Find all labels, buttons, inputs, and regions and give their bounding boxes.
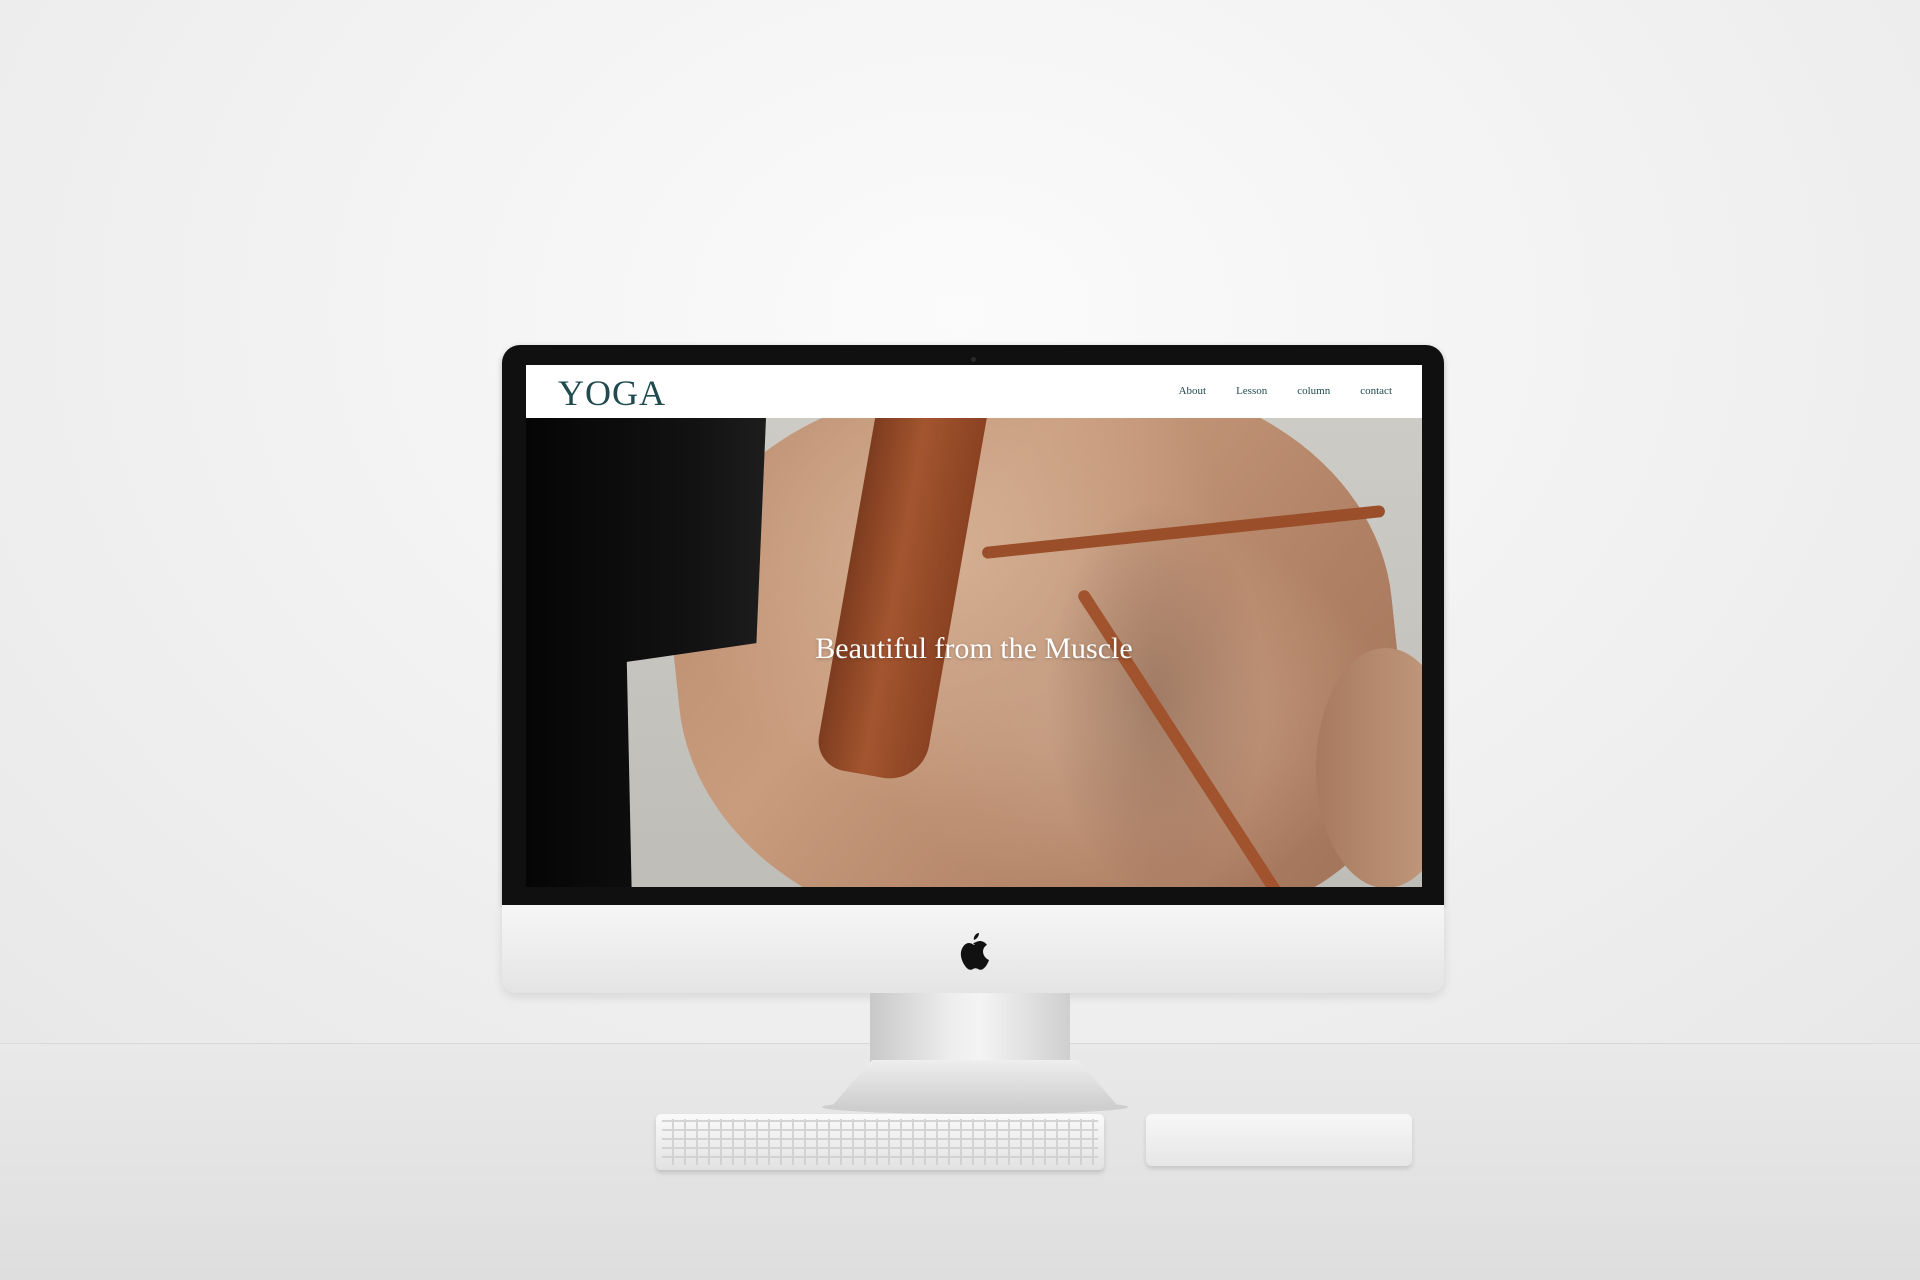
site-logo[interactable]: YOGA — [558, 372, 666, 414]
imac-monitor: YOGA About Lesson column contact Beautif… — [502, 345, 1444, 993]
monitor-stand-neck — [870, 993, 1070, 1063]
main-nav: About Lesson column contact — [1179, 385, 1392, 397]
screen: YOGA About Lesson column contact Beautif… — [526, 365, 1422, 887]
nav-about[interactable]: About — [1179, 385, 1207, 397]
hero-section: Beautiful from the Muscle — [526, 418, 1422, 887]
keyboard — [656, 1114, 1104, 1170]
nav-contact[interactable]: contact — [1360, 385, 1392, 397]
monitor-bezel: YOGA About Lesson column contact Beautif… — [502, 345, 1444, 905]
monitor-chin — [502, 905, 1444, 993]
nav-column[interactable]: column — [1297, 385, 1330, 397]
trackpad — [1146, 1114, 1412, 1166]
nav-lesson[interactable]: Lesson — [1236, 385, 1267, 397]
camera-icon — [971, 357, 976, 362]
monitor-stand-base — [832, 1060, 1118, 1106]
apple-icon — [960, 933, 989, 970]
site-header: YOGA About Lesson column contact — [526, 365, 1422, 418]
keyboard-keys — [662, 1119, 1098, 1165]
hero-title: Beautiful from the Muscle — [815, 632, 1133, 665]
